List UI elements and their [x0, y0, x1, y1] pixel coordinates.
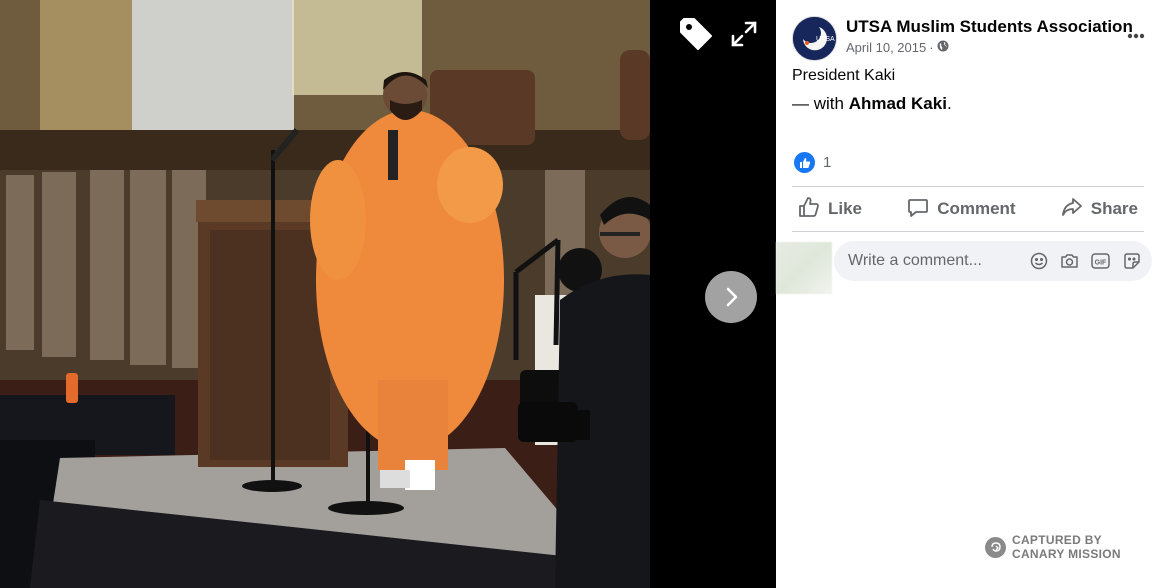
more-horizontal-icon[interactable] [1122, 22, 1150, 50]
comment-input[interactable] [848, 252, 1028, 270]
meta-separator: · [929, 40, 934, 55]
page-avatar[interactable]: UTSA [792, 16, 837, 61]
commenter-avatar [776, 242, 832, 294]
action-bar: Like Comment Share [792, 186, 1144, 232]
photo-viewer [0, 0, 776, 588]
post-date[interactable]: April 10, 2015 [846, 40, 926, 55]
comment-composer: GIF [776, 240, 1153, 296]
watermark-text: CAPTURED BY CANARY MISSION [1012, 533, 1121, 561]
emoji-icon[interactable] [1028, 250, 1049, 271]
post-photo[interactable] [0, 0, 650, 588]
globe-icon[interactable] [937, 40, 949, 55]
page-name[interactable]: UTSA Muslim Students Association [846, 17, 1133, 37]
with-suffix: . [946, 94, 952, 113]
like-button[interactable]: Like [792, 191, 868, 227]
tag-icon[interactable] [676, 14, 716, 54]
chevron-right-icon[interactable] [705, 271, 757, 323]
photo-scene [0, 0, 650, 588]
tagged-person-link[interactable]: Ahmad Kaki [849, 94, 947, 113]
reaction-summary[interactable]: 1 [794, 152, 831, 173]
tagged-line: — with Ahmad Kaki. [792, 94, 952, 114]
comment-tools: GIF [1028, 250, 1142, 271]
gif-icon[interactable]: GIF [1090, 250, 1111, 271]
post-meta: April 10, 2015 · [846, 40, 949, 55]
share-icon [1061, 196, 1083, 223]
post-panel: UTSA UTSA Muslim Students Association Ap… [776, 0, 1153, 588]
comment-button[interactable]: Comment [901, 191, 1021, 227]
comment-label: Comment [937, 199, 1016, 218]
with-prefix: — with [792, 94, 849, 113]
reaction-count: 1 [823, 154, 832, 171]
post-caption: President Kaki [792, 67, 896, 84]
canary-logo-icon [985, 536, 1006, 558]
watermark-line1: CAPTURED BY [1012, 533, 1102, 547]
comment-box[interactable]: GIF [834, 241, 1152, 281]
svg-text:GIF: GIF [1095, 259, 1107, 266]
sticker-icon[interactable] [1121, 250, 1142, 271]
share-button[interactable]: Share [1055, 191, 1144, 227]
watermark: CAPTURED BY CANARY MISSION [985, 533, 1121, 561]
thumbs-up-icon [794, 152, 815, 173]
svg-text:UTSA: UTSA [816, 36, 835, 43]
page-logo: UTSA [793, 17, 836, 60]
post-header: UTSA UTSA Muslim Students Association Ap… [792, 14, 1145, 62]
share-label: Share [1090, 199, 1138, 218]
expand-icon[interactable] [726, 16, 762, 52]
like-icon [798, 196, 820, 223]
camera-icon[interactable] [1059, 250, 1080, 271]
comment-icon [907, 196, 929, 223]
watermark-line2: CANARY MISSION [1012, 547, 1121, 561]
like-label: Like [828, 199, 863, 218]
